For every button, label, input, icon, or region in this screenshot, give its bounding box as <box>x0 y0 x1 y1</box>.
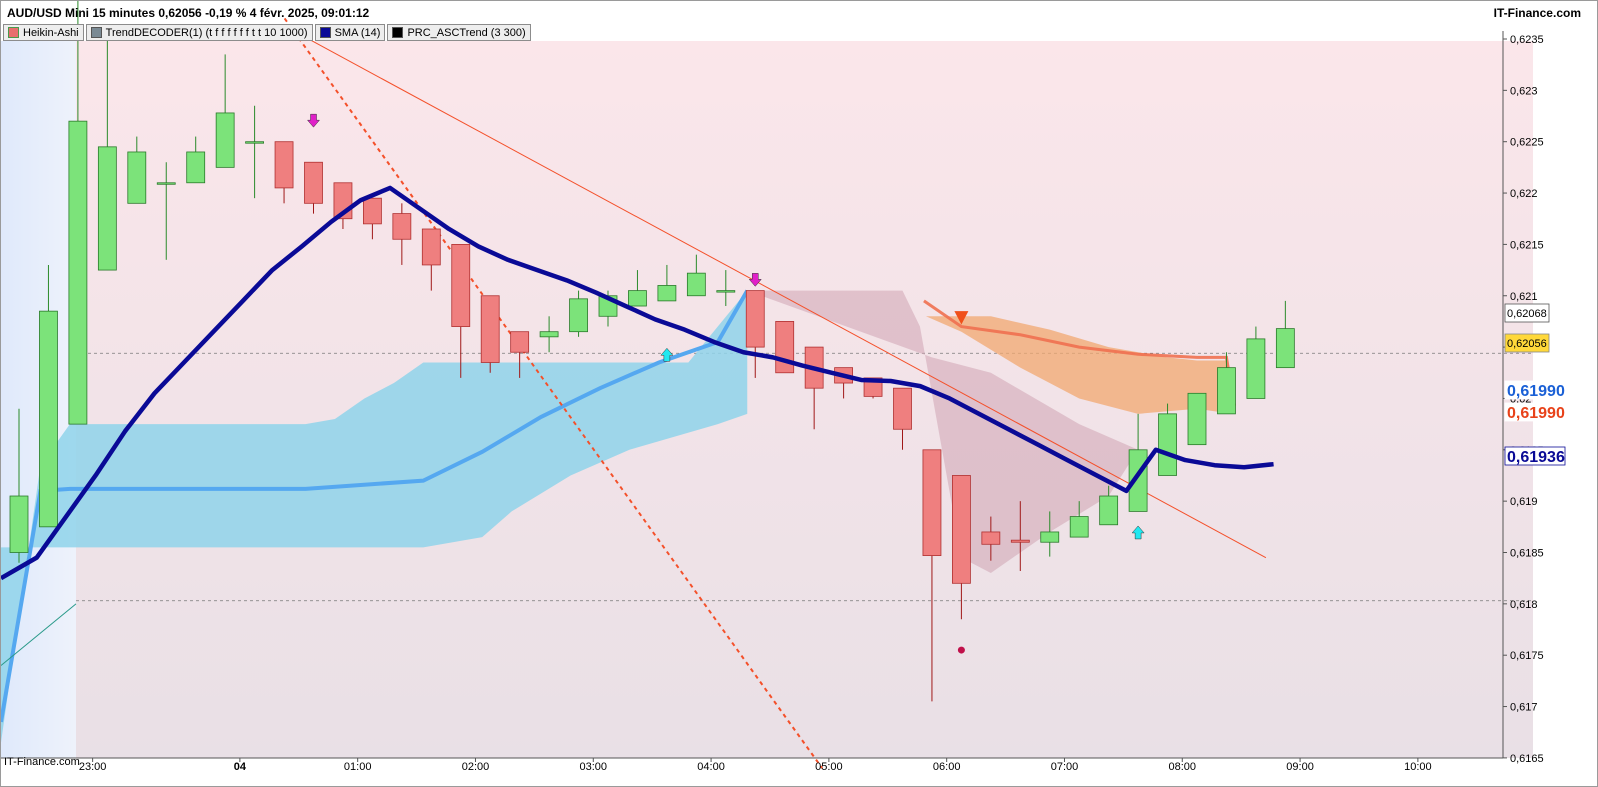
legend-label: SMA (14) <box>334 26 381 39</box>
legend-label: Heikin-Ashi <box>23 26 79 39</box>
price-tick-label: 0,617 <box>1510 702 1538 714</box>
site-brand: IT-Finance.com <box>1493 6 1581 20</box>
time-tick-label: 01:00 <box>344 761 372 773</box>
candle-body <box>480 295 500 363</box>
time-tick-label: 08:00 <box>1169 761 1197 773</box>
candle-body <box>745 290 765 348</box>
legend-swatch-icon <box>319 27 331 38</box>
candle-body <box>775 321 795 374</box>
legend-heikin-ashi[interactable]: Heikin-Ashi <box>3 24 84 41</box>
candle-body <box>451 243 471 327</box>
candle-body <box>127 151 147 204</box>
candle-body <box>392 213 412 240</box>
candle-body <box>1010 539 1030 543</box>
candle-body <box>1217 367 1236 415</box>
legend-trenddecoder[interactable]: TrendDECODER(1) (t f f f f f f t t 10 10… <box>85 24 313 41</box>
chart-title: AUD/USD Mini 15 minutes 0,62056 -0,19 % … <box>7 6 370 20</box>
candle-body <box>686 272 706 297</box>
candle-body <box>1246 338 1266 399</box>
candle-body <box>421 228 441 266</box>
candle-body <box>539 331 559 338</box>
time-tick-label: 09:00 <box>1286 761 1314 773</box>
candle-body <box>215 112 235 168</box>
legend-sma[interactable]: SMA (14) <box>314 24 386 41</box>
candle-body <box>304 161 323 204</box>
time-tick-label: 06:00 <box>933 761 961 773</box>
price-tag-close: 0,62068 <box>1507 308 1547 320</box>
candle-body <box>716 290 736 293</box>
candle-body <box>1158 413 1177 476</box>
candle-body <box>362 197 382 225</box>
low-dot-icon <box>957 646 965 654</box>
price-tick-label: 0,6175 <box>1510 650 1544 662</box>
candle-body <box>39 310 58 528</box>
candle-body <box>9 495 29 553</box>
candle <box>1158 403 1177 476</box>
price-tick-label: 0,6185 <box>1510 548 1544 560</box>
candle-body <box>186 151 206 184</box>
indicator-legend: Heikin-Ashi TrendDECODER(1) (t f f f f f… <box>3 24 531 41</box>
candle-body <box>1040 531 1060 543</box>
price-tick-label: 0,6225 <box>1510 137 1544 149</box>
time-tick-label: 04 <box>234 761 247 773</box>
legend-prc-asctrend[interactable]: PRC_ASCTrend (3 300) <box>387 24 531 41</box>
time-tick-label: 07:00 <box>1051 761 1079 773</box>
price-tag-level-red: 0,61990 <box>1507 405 1565 422</box>
legend-swatch-icon <box>90 27 102 38</box>
candle-body <box>628 290 647 307</box>
price-chart[interactable]: 0,62350,6230,62250,6220,62150,6210,62050… <box>1 1 1597 786</box>
legend-swatch-icon <box>8 27 19 38</box>
legend-swatch-icon <box>392 27 404 38</box>
price-tick-label: 0,6235 <box>1510 34 1544 46</box>
candle-body <box>156 182 176 185</box>
candle <box>1187 392 1207 446</box>
time-tick-label: 23:00 <box>79 761 107 773</box>
candle-body <box>657 285 677 302</box>
candle-body <box>97 146 117 271</box>
candle-body <box>569 298 588 333</box>
legend-label: PRC_ASCTrend (3 300) <box>407 26 526 39</box>
price-tick-label: 0,621 <box>1510 291 1538 303</box>
candle-body <box>68 120 88 425</box>
candle <box>775 321 795 374</box>
time-tick-label: 02:00 <box>462 761 490 773</box>
time-tick-label: 04:00 <box>697 761 725 773</box>
candle-body <box>952 475 971 584</box>
candle-body <box>1187 392 1207 446</box>
price-tick-label: 0,622 <box>1510 188 1538 200</box>
candle-body <box>1069 516 1089 538</box>
candle-body <box>981 531 1001 545</box>
price-tag-level-blue: 0,61990 <box>1507 383 1565 400</box>
chart-frame: 0,62350,6230,62250,6220,62150,6210,62050… <box>0 0 1598 787</box>
candle-body <box>245 141 265 144</box>
candle <box>480 295 500 373</box>
candle-body <box>922 449 942 556</box>
time-tick-label: 03:00 <box>580 761 608 773</box>
price-tag-current: 0,62056 <box>1507 338 1547 350</box>
price-tick-label: 0,6165 <box>1510 753 1544 765</box>
price-tick-label: 0,623 <box>1510 85 1538 97</box>
price-tick-label: 0,6215 <box>1510 239 1544 251</box>
candle-body <box>510 331 530 353</box>
price-tick-label: 0,618 <box>1510 599 1538 611</box>
candle-body <box>1099 495 1119 526</box>
watermark: IT-Finance.com <box>4 756 80 768</box>
price-tick-label: 0,619 <box>1510 496 1538 508</box>
time-tick-label: 05:00 <box>815 761 843 773</box>
candle-body <box>1275 328 1295 369</box>
price-tag-sma: 0,61936 <box>1507 449 1565 466</box>
candle-body <box>893 387 912 430</box>
legend-label: TrendDECODER(1) (t f f f f f f t t 10 10… <box>105 26 308 39</box>
time-tick-label: 10:00 <box>1404 761 1432 773</box>
plot-area <box>76 41 1533 758</box>
candle-body <box>274 141 294 189</box>
